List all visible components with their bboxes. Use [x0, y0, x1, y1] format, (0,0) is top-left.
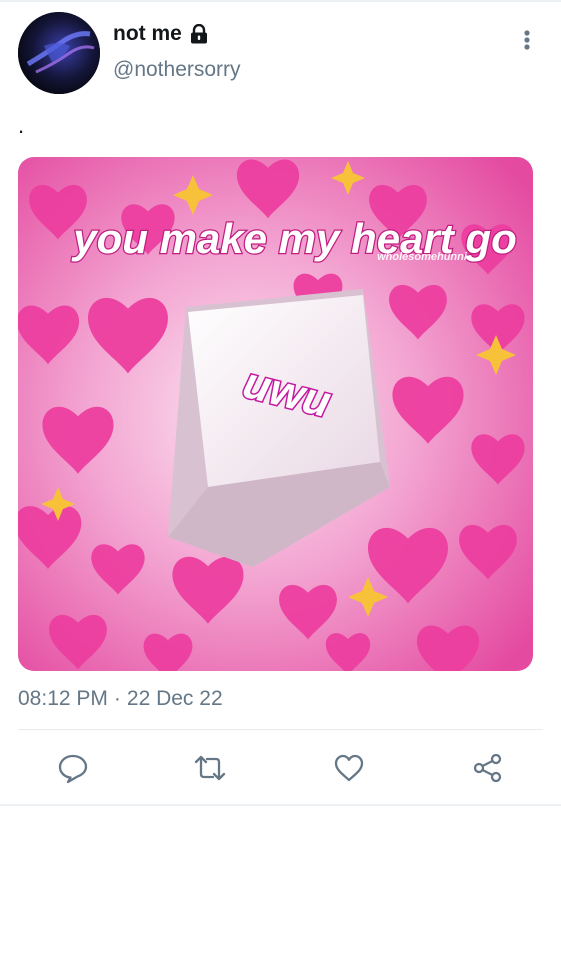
lock-icon: [190, 24, 207, 44]
retweet-button[interactable]: [190, 748, 230, 788]
reply-icon: [58, 754, 88, 784]
meta-separator: ·: [113, 687, 121, 710]
tweet-date: 22 Dec 22: [126, 687, 223, 710]
actions-divider: [18, 729, 543, 730]
tweet-timestamp: 08:12 PM · 22 Dec 22: [18, 687, 223, 711]
tweet-image[interactable]: you make my heart go wholesomehunni uwu: [18, 157, 533, 671]
heart-icon: [334, 754, 364, 782]
handle[interactable]: @nothersorry: [113, 58, 241, 82]
bottom-divider: [0, 804, 561, 806]
share-icon: [473, 753, 502, 783]
avatar[interactable]: [18, 12, 100, 94]
share-button[interactable]: [468, 748, 508, 788]
retweet-icon: [194, 755, 226, 781]
like-button[interactable]: [329, 748, 369, 788]
reply-button[interactable]: [53, 748, 93, 788]
tweet-time: 08:12 PM: [18, 687, 108, 710]
top-divider: [0, 0, 561, 2]
display-name[interactable]: not me: [113, 22, 182, 46]
tweet-text: .: [18, 113, 25, 138]
author-name-row[interactable]: not me: [113, 22, 209, 46]
image-watermark: wholesomehunni: [377, 251, 468, 263]
more-vertical-icon[interactable]: [512, 26, 542, 54]
